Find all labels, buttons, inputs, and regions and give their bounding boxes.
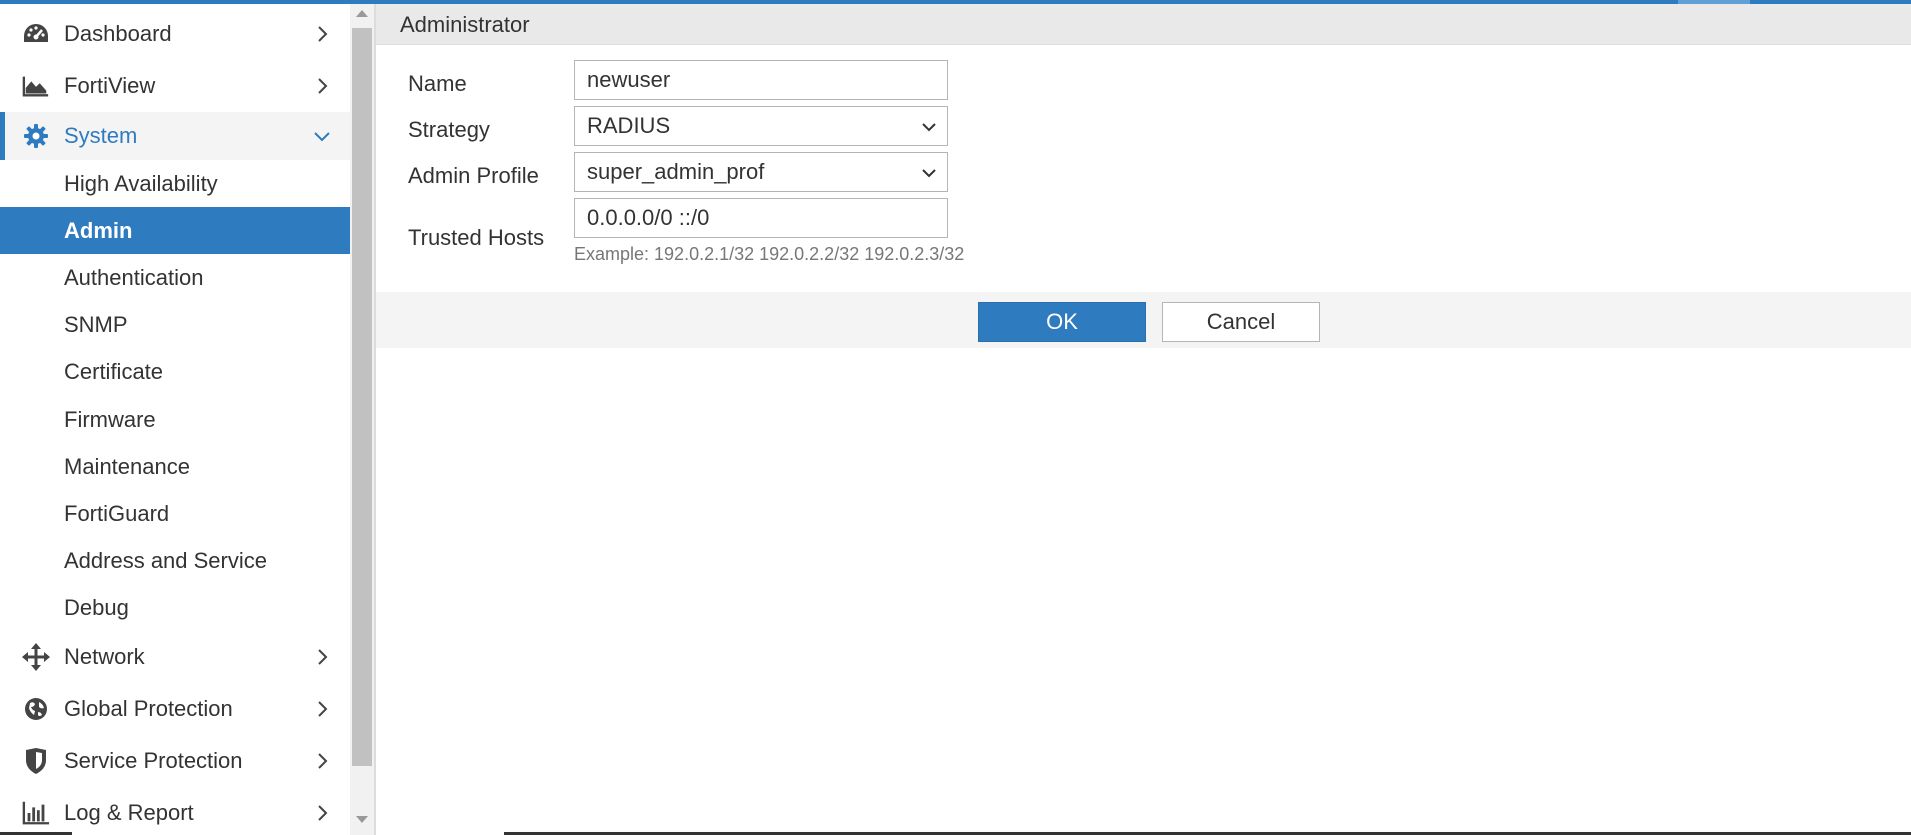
- shield-icon: [22, 747, 50, 775]
- name-input-value: newuser: [587, 67, 671, 92]
- sidebar-item-label: FortiView: [64, 73, 156, 98]
- page-title: Administrator: [400, 12, 530, 37]
- sidebar-item-service-protection[interactable]: Service Protection: [0, 737, 350, 785]
- strategy-select[interactable]: RADIUS: [574, 106, 948, 146]
- sidebar-subitem-firmware[interactable]: Firmware: [0, 396, 350, 443]
- name-input[interactable]: newuser: [574, 60, 948, 100]
- sidebar-subitem-label: Certificate: [64, 358, 164, 384]
- main-panel: Administrator Name newuser Strategy RADI…: [374, 4, 1911, 835]
- trusted-hosts-hint: Example: 192.0.2.1/32 192.0.2.2/32 192.0…: [574, 244, 965, 264]
- chevron-down-icon: [314, 132, 330, 142]
- sidebar-subitem-label: Address and Service: [64, 547, 267, 573]
- chevron-down-icon: [922, 123, 936, 132]
- bar-chart-icon: [22, 799, 50, 827]
- sidebar-subitem-certificate[interactable]: Certificate: [0, 348, 350, 395]
- sidebar-subitem-snmp[interactable]: SNMP: [0, 301, 350, 348]
- area-chart-icon: [22, 72, 50, 100]
- sidebar-subitem-authentication[interactable]: Authentication: [0, 254, 350, 301]
- trusted-hosts-label: Trusted Hosts: [408, 225, 545, 250]
- sidebar-scrollbar-thumb[interactable]: [352, 28, 372, 766]
- sidebar-subitem-label: Maintenance: [64, 453, 190, 479]
- ok-button[interactable]: OK: [978, 302, 1146, 342]
- trusted-hosts-input[interactable]: 0.0.0.0/0 ::/0: [574, 198, 948, 238]
- sidebar-subitem-admin[interactable]: Admin: [0, 207, 350, 254]
- sidebar-subitem-label: SNMP: [64, 311, 128, 337]
- sidebar-subitem-label: Debug: [64, 594, 129, 620]
- scroll-down-arrow-icon[interactable]: [356, 816, 368, 823]
- trusted-hosts-input-value: 0.0.0.0/0 ::/0: [587, 205, 710, 230]
- sidebar-item-label: Dashboard: [64, 21, 172, 46]
- gear-icon: [22, 122, 50, 150]
- sidebar-subitem-label: Authentication: [64, 264, 204, 290]
- dashboard-icon: [22, 20, 50, 48]
- move-arrows-icon: [22, 643, 50, 671]
- sidebar-subitem-label: Admin: [64, 217, 133, 243]
- sidebar-subitem-label: High Availability: [64, 170, 218, 196]
- strategy-select-value: RADIUS: [587, 113, 671, 138]
- sidebar-item-fortiview[interactable]: FortiView: [0, 62, 350, 110]
- sidebar-item-label: Global Protection: [64, 696, 233, 721]
- sidebar-subitem-maintenance[interactable]: Maintenance: [0, 443, 350, 490]
- admin-profile-select-value: super_admin_prof: [587, 159, 765, 184]
- chevron-right-icon: [318, 78, 328, 94]
- chevron-right-icon: [318, 701, 328, 717]
- button-bar: OK Cancel: [376, 292, 1911, 348]
- sidebar-subitem-label: Firmware: [64, 406, 156, 432]
- name-label: Name: [408, 71, 467, 96]
- sidebar-subitem-label: FortiGuard: [64, 500, 170, 526]
- sidebar-item-label: Log & Report: [64, 800, 194, 825]
- cancel-button[interactable]: Cancel: [1162, 302, 1320, 342]
- admin-profile-label: Admin Profile: [408, 163, 539, 188]
- strategy-label: Strategy: [408, 117, 490, 142]
- sidebar-subitem-high-availability[interactable]: High Availability: [0, 160, 350, 207]
- sidebar-item-system[interactable]: System: [0, 112, 350, 160]
- chevron-down-icon: [922, 169, 936, 178]
- chevron-right-icon: [318, 649, 328, 665]
- sidebar-item-dashboard[interactable]: Dashboard: [0, 10, 350, 58]
- chevron-right-icon: [318, 805, 328, 821]
- chevron-right-icon: [318, 26, 328, 42]
- sidebar-subitem-address-and-service[interactable]: Address and Service: [0, 537, 350, 584]
- sidebar-item-log-report[interactable]: Log & Report: [0, 789, 350, 835]
- sidebar-item-label: System: [64, 123, 138, 148]
- scroll-up-arrow-icon[interactable]: [356, 10, 368, 17]
- sidebar-subitem-fortiguard[interactable]: FortiGuard: [0, 490, 350, 537]
- panel-header: Administrator: [376, 4, 1911, 45]
- sidebar: Dashboard FortiView System High Availabi…: [0, 4, 350, 835]
- sidebar-item-network[interactable]: Network: [0, 633, 350, 681]
- sidebar-item-global-protection[interactable]: Global Protection: [0, 685, 350, 733]
- globe-icon: [22, 695, 50, 723]
- chevron-right-icon: [318, 753, 328, 769]
- sidebar-subitem-debug[interactable]: Debug: [0, 584, 350, 631]
- sidebar-item-label: Service Protection: [64, 748, 243, 773]
- sidebar-item-label: Network: [64, 644, 145, 669]
- admin-profile-select[interactable]: super_admin_prof: [574, 152, 948, 192]
